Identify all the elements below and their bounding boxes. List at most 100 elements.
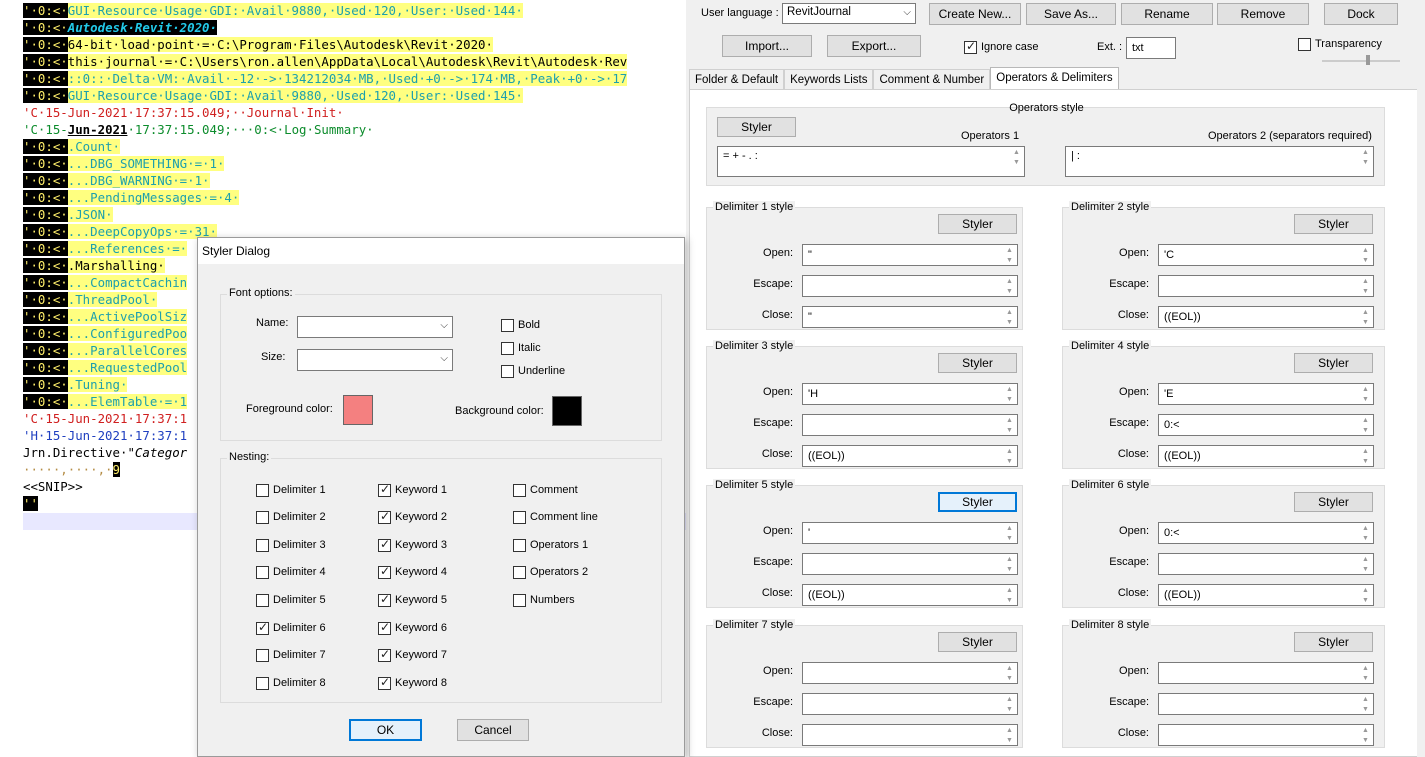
checkbox-box[interactable] — [378, 675, 391, 690]
checkbox-box[interactable] — [256, 565, 269, 579]
delimiter-close-input[interactable]: ▲ ▼ — [1158, 724, 1374, 746]
delimiter-close-input[interactable]: " ▲ ▼ — [802, 306, 1018, 328]
dock-button[interactable]: Dock — [1324, 3, 1398, 25]
tab-folder-default[interactable]: Folder & Default — [689, 69, 785, 90]
checkbox-box[interactable] — [378, 564, 391, 579]
delimiter-open-input[interactable]: ' ▲ ▼ — [802, 522, 1018, 544]
ignore-case-box[interactable] — [964, 39, 977, 54]
checkbox-box[interactable] — [256, 676, 269, 690]
spin-arrows-icon[interactable]: ▲ ▼ — [1359, 308, 1372, 326]
spin-arrows-icon[interactable]: ▲ ▼ — [1003, 277, 1016, 295]
checkbox-box[interactable] — [256, 483, 269, 497]
spin-arrows-icon[interactable]: ▲ ▼ — [1003, 447, 1016, 465]
operators2-input[interactable]: | : ▲ ▼ — [1065, 146, 1374, 177]
delimiter-escape-input[interactable]: ▲ ▼ — [1158, 553, 1374, 575]
tab-comment-number[interactable]: Comment & Number — [873, 69, 991, 90]
spin-arrows-icon[interactable]: ▲ ▼ — [1003, 726, 1016, 744]
code-line[interactable]: '·0:<·.Count· — [23, 138, 686, 155]
delimiter-styler-button[interactable]: Styler — [1294, 492, 1373, 512]
delimiter-styler-button[interactable]: Styler — [938, 214, 1017, 234]
nesting-keywords-checkbox[interactable]: Keyword 6 — [378, 620, 447, 636]
code-line[interactable]: 'C·15-Jun-2021·17:37:15.049;···0:<·Log·S… — [23, 121, 686, 138]
remove-button[interactable]: Remove — [1217, 3, 1309, 25]
spin-arrows-icon[interactable]: ▲ ▼ — [1359, 246, 1372, 264]
spin-arrows-icon[interactable]: ▲ ▼ — [1359, 416, 1372, 434]
delimiter-styler-button[interactable]: Styler — [1294, 632, 1373, 652]
nesting-delimiters-checkbox[interactable]: Delimiter 4 — [256, 564, 326, 580]
nesting-keywords-checkbox[interactable]: Keyword 2 — [378, 509, 447, 525]
code-line[interactable]: '·0:<·...DBG_SOMETHING·=·1· — [23, 155, 686, 172]
export-button[interactable]: Export... — [827, 35, 921, 57]
nesting-delimiters-checkbox[interactable]: Delimiter 3 — [256, 537, 326, 553]
delimiter-escape-input[interactable]: 0:< ▲ ▼ — [1158, 414, 1374, 436]
delimiter-styler-button[interactable]: Styler — [1294, 353, 1373, 373]
font-size-select[interactable]: ⌵ — [297, 349, 453, 371]
spin-arrows-icon[interactable]: ▲ ▼ — [1003, 385, 1016, 403]
delimiter-open-input[interactable]: 'C ▲ ▼ — [1158, 244, 1374, 266]
user-language-select[interactable]: RevitJournal ⌵ — [782, 3, 916, 24]
delimiter-escape-input[interactable]: ▲ ▼ — [802, 414, 1018, 436]
foreground-color-swatch[interactable] — [343, 395, 373, 425]
spin-arrows-icon[interactable]: ▲ ▼ — [1003, 416, 1016, 434]
checkbox-box[interactable] — [256, 620, 269, 635]
spin-arrows-icon[interactable]: ▲ ▼ — [1010, 148, 1023, 175]
delimiter-open-input[interactable]: ▲ ▼ — [802, 662, 1018, 684]
nesting-delimiters-checkbox[interactable]: Delimiter 8 — [256, 675, 326, 691]
tab-keywords-lists[interactable]: Keywords Lists — [784, 69, 874, 90]
transparency-slider[interactable] — [1322, 55, 1400, 65]
spin-arrows-icon[interactable]: ▲ ▼ — [1359, 447, 1372, 465]
spin-arrows-icon[interactable]: ▲ ▼ — [1003, 586, 1016, 604]
transparency-checkbox[interactable]: Transparency — [1298, 36, 1382, 52]
delimiter-close-input[interactable]: ((EOL)) ▲ ▼ — [802, 584, 1018, 606]
delimiter-escape-input[interactable]: ▲ ▼ — [802, 275, 1018, 297]
cancel-button[interactable]: Cancel — [457, 719, 529, 741]
nesting-delimiters-checkbox[interactable]: Delimiter 6 — [256, 620, 326, 636]
checkbox-box[interactable] — [513, 565, 526, 579]
nesting-others-checkbox[interactable]: Operators 1 — [513, 537, 588, 553]
checkbox-box[interactable] — [378, 537, 391, 552]
spin-arrows-icon[interactable]: ▲ ▼ — [1359, 277, 1372, 295]
nesting-others-checkbox[interactable]: Operators 2 — [513, 564, 588, 580]
delimiter-close-input[interactable]: ((EOL)) ▲ ▼ — [1158, 584, 1374, 606]
checkbox-box[interactable] — [256, 510, 269, 524]
transparency-box[interactable] — [1298, 37, 1311, 51]
ext-input[interactable]: txt — [1126, 37, 1176, 59]
delimiter-open-input[interactable]: 'E ▲ ▼ — [1158, 383, 1374, 405]
spin-arrows-icon[interactable]: ▲ ▼ — [1359, 524, 1372, 542]
nesting-others-checkbox[interactable]: Comment — [513, 482, 578, 498]
checkbox-box[interactable] — [513, 593, 526, 607]
spin-arrows-icon[interactable]: ▲ ▼ — [1359, 664, 1372, 682]
import-button[interactable]: Import... — [722, 35, 812, 57]
nesting-delimiters-checkbox[interactable]: Delimiter 1 — [256, 482, 326, 498]
underline-checkbox[interactable]: Underline — [501, 363, 565, 379]
save-as-button[interactable]: Save As... — [1026, 3, 1116, 25]
code-line[interactable]: '·0:<·64-bit·load·point·=·C:\Program·Fil… — [23, 36, 686, 53]
checkbox-box[interactable] — [256, 593, 269, 607]
code-line[interactable]: '·0:<·.JSON· — [23, 206, 686, 223]
checkbox-box[interactable] — [513, 510, 526, 524]
spin-arrows-icon[interactable]: ▲ ▼ — [1003, 695, 1016, 713]
nesting-keywords-checkbox[interactable]: Keyword 7 — [378, 647, 447, 663]
tab-operators-delimiters[interactable]: Operators & Delimiters — [990, 67, 1119, 90]
delimiter-escape-input[interactable]: ▲ ▼ — [802, 553, 1018, 575]
code-line[interactable]: '·0:<·...PendingMessages·=·4· — [23, 189, 686, 206]
spin-arrows-icon[interactable]: ▲ ▼ — [1003, 664, 1016, 682]
nesting-others-checkbox[interactable]: Comment line — [513, 509, 598, 525]
delimiter-escape-input[interactable]: ▲ ▼ — [802, 693, 1018, 715]
delimiter-styler-button[interactable]: Styler — [938, 353, 1017, 373]
scrollbar[interactable] — [1417, 0, 1425, 757]
spin-arrows-icon[interactable]: ▲ ▼ — [1359, 726, 1372, 744]
nesting-delimiters-checkbox[interactable]: Delimiter 7 — [256, 647, 326, 663]
checkbox-box[interactable] — [256, 648, 269, 662]
code-line[interactable]: '·0:<·GUI·Resource·Usage·GDI:·Avail·9880… — [23, 2, 686, 19]
operators-styler-button[interactable]: Styler — [717, 117, 796, 137]
delimiter-open-input[interactable]: ▲ ▼ — [1158, 662, 1374, 684]
checkbox-box[interactable] — [513, 483, 526, 497]
spin-arrows-icon[interactable]: ▲ ▼ — [1359, 695, 1372, 713]
spin-arrows-icon[interactable]: ▲ ▼ — [1003, 524, 1016, 542]
spin-arrows-icon[interactable]: ▲ ▼ — [1359, 385, 1372, 403]
spin-arrows-icon[interactable]: ▲ ▼ — [1003, 555, 1016, 573]
background-color-swatch[interactable] — [552, 396, 582, 426]
checkbox-box[interactable] — [378, 592, 391, 607]
delimiter-styler-button[interactable]: Styler — [1294, 214, 1373, 234]
